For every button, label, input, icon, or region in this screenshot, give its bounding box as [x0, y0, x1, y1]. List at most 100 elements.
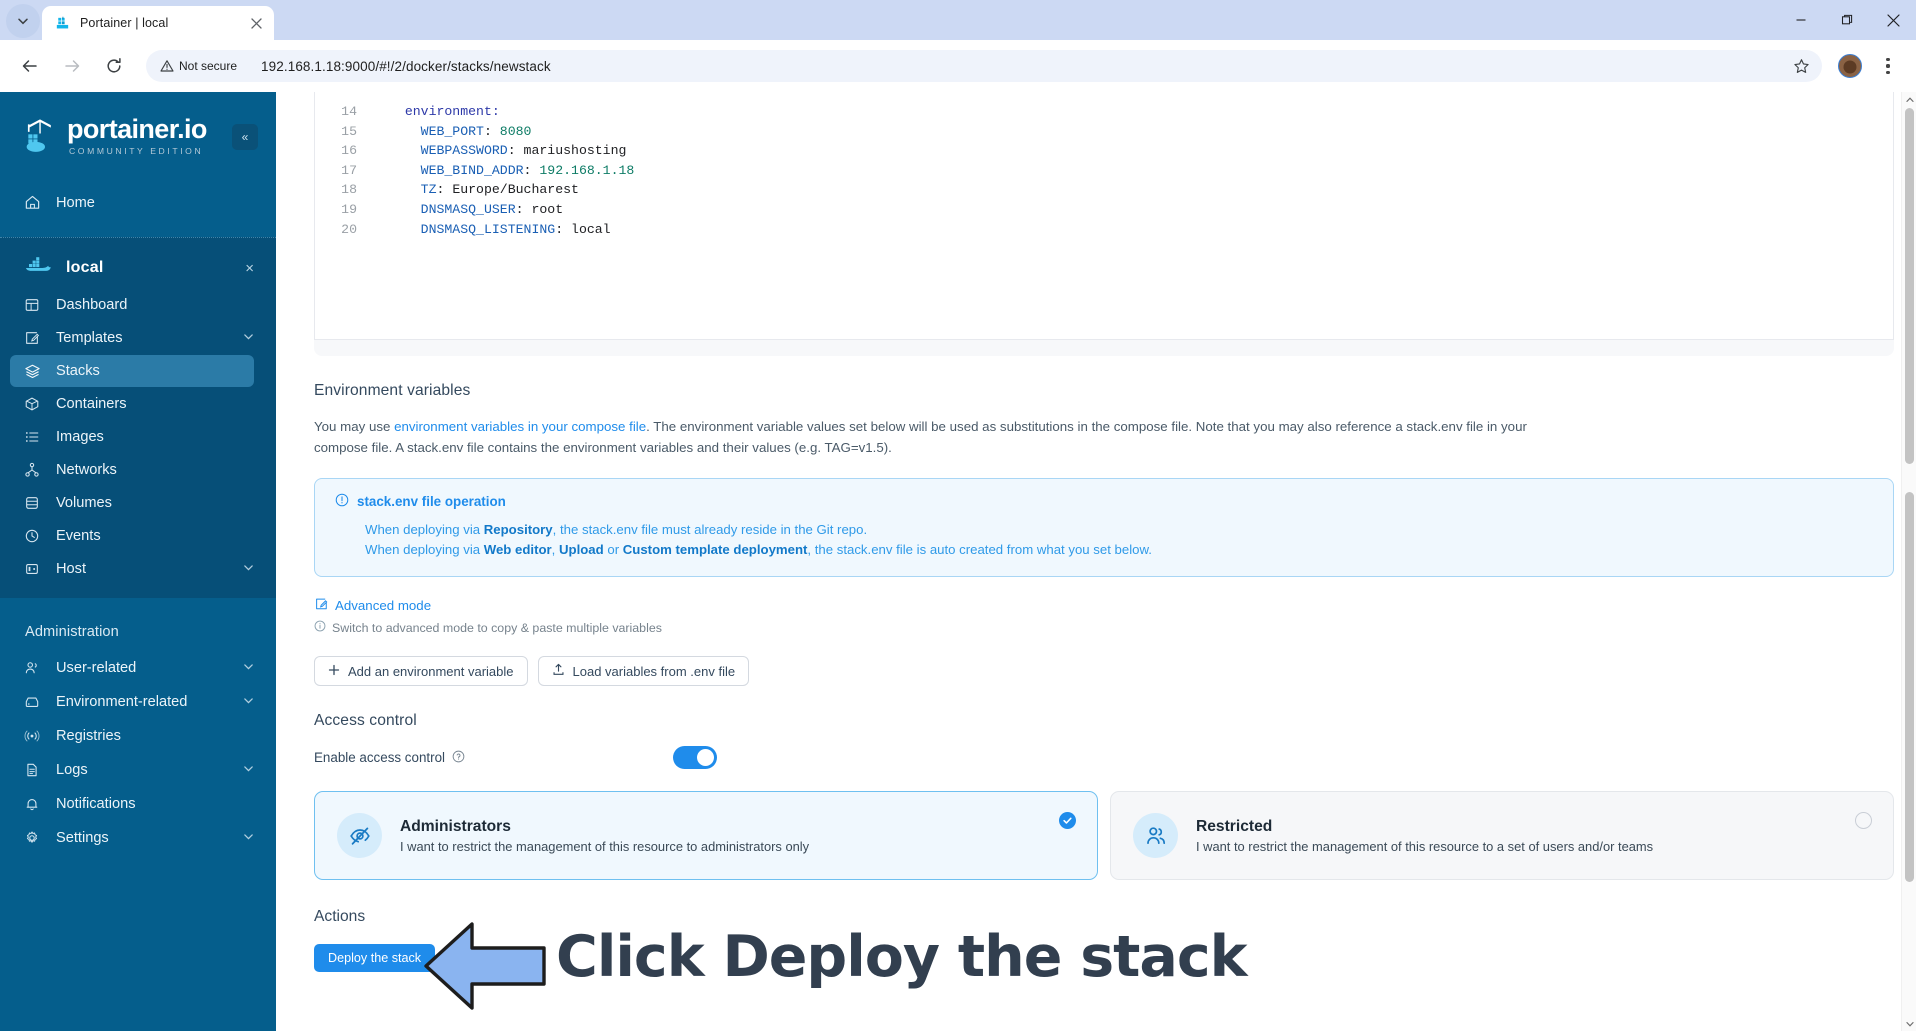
chevron-down-icon [243, 762, 254, 778]
minimize-button[interactable] [1778, 0, 1824, 40]
access-option-radio-unselected[interactable] [1855, 812, 1872, 829]
sidebar-item-registries[interactable]: Registries [0, 719, 276, 752]
text-strong: Web editor [483, 542, 552, 557]
security-indicator[interactable]: Not secure [160, 59, 247, 73]
maximize-button[interactable] [1824, 0, 1870, 40]
sidebar-item-home[interactable]: Home [0, 186, 276, 219]
chevron-down-icon [243, 694, 254, 710]
code-value: root [531, 201, 564, 217]
infobox-line-2: When deploying via Web editor, Upload or… [335, 540, 1873, 560]
close-button[interactable] [1870, 0, 1916, 40]
sidebar-item-containers[interactable]: Containers [0, 388, 276, 420]
advanced-mode-link[interactable]: Advanced mode [314, 597, 1894, 614]
sidebar-item-label: Dashboard [56, 297, 128, 313]
sidebar-item-environment-related[interactable]: Environment-related [0, 685, 276, 718]
page-scrollbar[interactable] [1901, 92, 1916, 1031]
sidebar-item-label: Stacks [56, 363, 100, 379]
enable-access-control-text: Enable access control [314, 750, 446, 765]
sidebar-item-label: Environment-related [56, 693, 188, 710]
compose-file-link[interactable]: environment variables in your compose fi… [394, 419, 646, 434]
access-option-restricted[interactable]: Restricted I want to restrict the manage… [1110, 791, 1894, 880]
logs-document-icon [23, 761, 41, 779]
stacks-icon [23, 362, 41, 380]
info-circle-icon [335, 493, 349, 510]
sidebar-item-label: Events [56, 528, 101, 544]
text-frag: When deploying via [365, 542, 484, 557]
code-key: WEB_PORT [420, 123, 484, 139]
code-value: local [571, 221, 611, 237]
code-key: WEB_BIND_ADDR [420, 162, 524, 178]
access-control-toggle-row: Enable access control [314, 746, 1894, 769]
browser-tab[interactable]: Portainer | local [42, 6, 274, 40]
scrollbar-thumb-lower[interactable] [1905, 492, 1914, 882]
enable-access-control-toggle[interactable] [673, 746, 718, 769]
sidebar-item-label: User-related [56, 659, 137, 676]
advanced-mode-hint-label: Switch to advanced mode to copy & paste … [332, 620, 662, 635]
code-value: mariushosting [523, 143, 627, 159]
address-bar[interactable]: Not secure 192.168.1.18:9000/#!/2/docker… [146, 50, 1822, 82]
add-environment-variable-button[interactable]: Add an environment variable [314, 656, 528, 686]
sidebar-item-dashboard[interactable]: Dashboard [0, 289, 276, 321]
sidebar-item-events[interactable]: Events [0, 520, 276, 552]
browser-menu-icon[interactable] [1874, 51, 1902, 81]
text-frag: , the stack.env file is auto created fro… [807, 542, 1152, 557]
line-number: 20 [341, 221, 357, 237]
sidebar-item-notifications[interactable]: Notifications [0, 787, 276, 820]
access-option-radio-selected[interactable] [1059, 812, 1076, 829]
sidebar-environment-close-icon[interactable]: × [245, 261, 254, 276]
annotation-text: Click Deploy the stack [556, 924, 1248, 990]
brand-name: portainer.io [67, 114, 207, 144]
sidebar-item-stacks[interactable]: Stacks [10, 355, 254, 387]
load-env-file-button[interactable]: Load variables from .env file [537, 656, 750, 686]
help-circle-icon[interactable] [452, 750, 465, 766]
sidebar-item-label: Logs [56, 761, 88, 778]
environment-server-icon [23, 693, 41, 711]
sidebar-item-logs[interactable]: Logs [0, 753, 276, 786]
sidebar-item-label: Containers [56, 396, 127, 412]
infobox-title: stack.env file operation [357, 494, 506, 509]
sidebar-administration-items: User-related Environment-related Registr… [0, 651, 276, 854]
access-control-options: Administrators I want to restrict the ma… [314, 791, 1894, 880]
scroll-up-arrow-icon[interactable] [1902, 92, 1916, 107]
sidebar-environment-items: Dashboard Templates Stacks Containers Im… [0, 289, 276, 585]
env-vars-description: You may use environment variables in you… [314, 416, 1569, 458]
chevron-down-icon [18, 18, 28, 25]
access-option-text: Administrators I want to restrict the ma… [400, 818, 809, 854]
sidebar-environment-header[interactable]: local × [0, 248, 276, 288]
tab-close-icon[interactable] [246, 13, 266, 33]
add-environment-variable-label: Add an environment variable [348, 663, 514, 679]
sidebar-item-images[interactable]: Images [0, 421, 276, 453]
security-label: Not secure [179, 59, 238, 73]
sidebar-collapse-button[interactable]: « [232, 124, 258, 150]
containers-icon [23, 395, 41, 413]
code-line: 16 WEBPASSWORD: mariushosting [315, 141, 1893, 161]
page-viewport: portainer.io COMMUNITY EDITION « Home lo… [0, 92, 1916, 1031]
chevron-down-icon [243, 561, 254, 577]
sidebar-administration-title: Administration [25, 624, 119, 640]
bookmark-star-icon[interactable] [1788, 53, 1814, 79]
code-value: 8080 [499, 123, 532, 139]
sidebar-item-host[interactable]: Host [0, 553, 276, 585]
deploy-stack-button[interactable]: Deploy the stack [314, 944, 436, 972]
sidebar: portainer.io COMMUNITY EDITION « Home lo… [0, 92, 276, 1031]
scroll-down-arrow-icon[interactable] [1902, 1016, 1916, 1031]
line-number: 14 [341, 104, 357, 119]
sidebar-item-networks[interactable]: Networks [0, 454, 276, 486]
desc-part-1: You may use [314, 419, 395, 434]
tab-search-button[interactable] [6, 4, 40, 38]
access-option-administrators[interactable]: Administrators I want to restrict the ma… [314, 791, 1098, 880]
back-button[interactable] [15, 51, 45, 81]
url-text: 192.168.1.18:9000/#!/2/docker/stacks/new… [261, 58, 551, 74]
sidebar-item-templates[interactable]: Templates [0, 322, 276, 354]
sidebar-item-settings[interactable]: Settings [0, 821, 276, 854]
profile-avatar[interactable] [1838, 54, 1862, 78]
compose-editor[interactable]: 14 environment: 15 WEB_PORT: 8080 16 WEB… [314, 92, 1894, 340]
code-line: 15 WEB_PORT: 8080 [315, 122, 1893, 142]
forward-button[interactable] [57, 51, 87, 81]
code-key: WEBPASSWORD [420, 143, 508, 159]
sidebar-item-user-related[interactable]: User-related [0, 651, 276, 684]
sidebar-item-volumes[interactable]: Volumes [0, 487, 276, 519]
reload-button[interactable] [99, 51, 129, 81]
code-value: Europe/Bucharest [452, 182, 579, 198]
scrollbar-thumb-upper[interactable] [1905, 108, 1914, 464]
